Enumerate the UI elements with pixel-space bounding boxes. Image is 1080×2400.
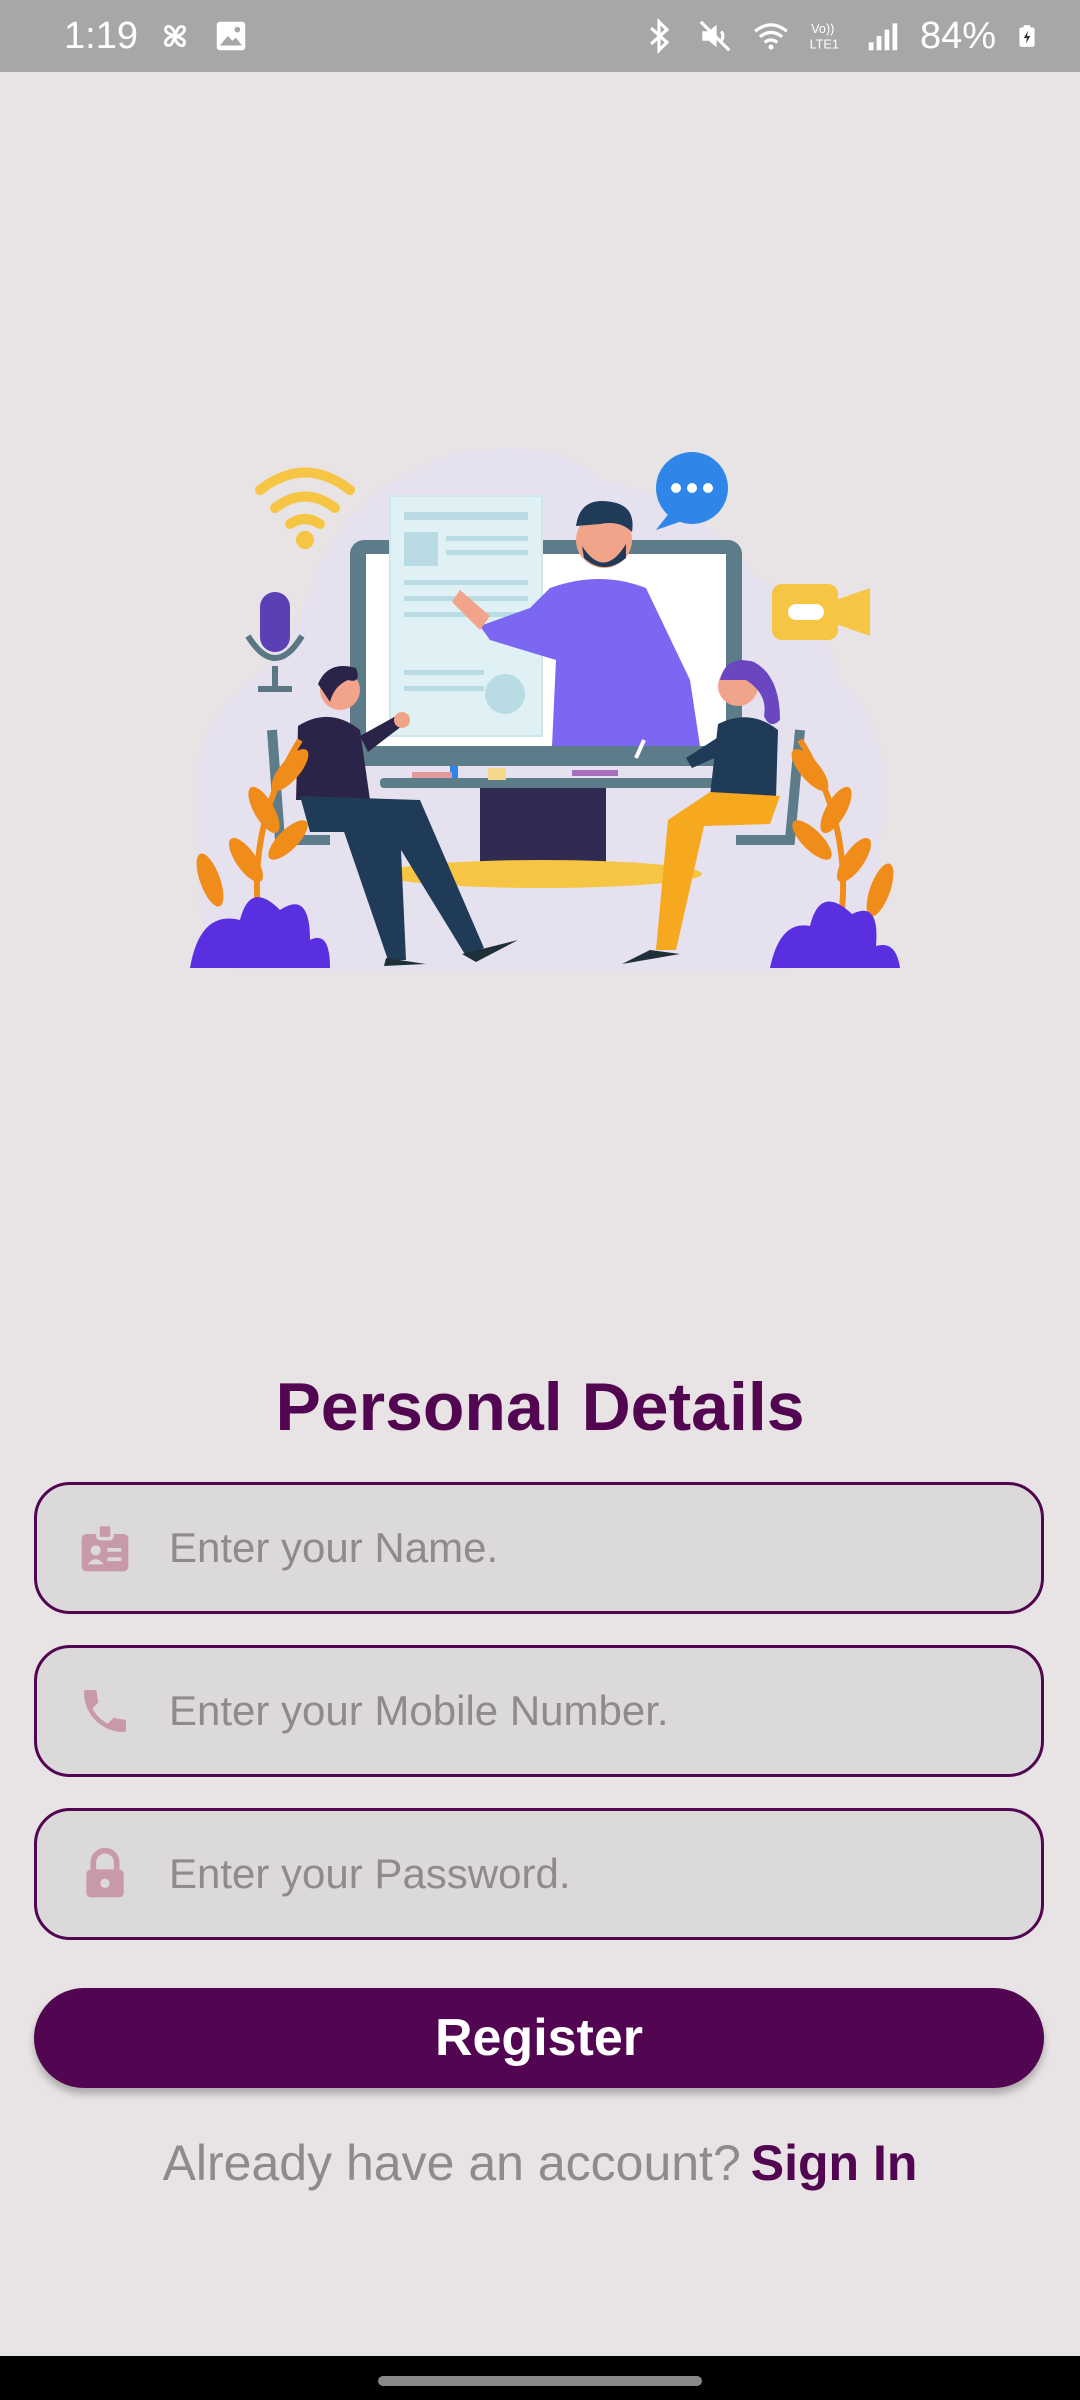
signin-row: Already have an account? Sign In	[0, 2134, 1080, 2192]
pinwheel-icon	[163, 24, 186, 48]
password-input[interactable]	[167, 1849, 991, 1899]
battery-percent: 84%	[919, 14, 996, 57]
svg-text:LTE1: LTE1	[810, 38, 839, 52]
signal-icon	[868, 23, 898, 51]
bluetooth-icon	[649, 17, 670, 55]
lock-icon	[77, 1846, 133, 1902]
battery-charging-icon	[1019, 25, 1035, 47]
phone-icon	[77, 1683, 133, 1739]
id-badge-icon	[77, 1520, 133, 1576]
password-field[interactable]	[34, 1808, 1044, 1940]
mute-icon	[699, 20, 731, 52]
volte-icon: Vo)) LTE1	[810, 22, 839, 52]
camera-illustration-icon	[772, 584, 870, 640]
video-meeting-illustration	[190, 448, 900, 970]
status-right: Vo)) LTE1 84%	[640, 15, 1040, 58]
name-field[interactable]	[34, 1482, 1044, 1614]
chat-bubble-illustration-icon	[656, 452, 728, 530]
mobile-field[interactable]	[34, 1645, 1044, 1777]
name-input[interactable]	[167, 1523, 991, 1573]
signin-link[interactable]: Sign In	[751, 2135, 918, 2191]
home-indicator[interactable]	[378, 2376, 702, 2386]
wifi-icon	[754, 23, 788, 50]
status-left: 1:19	[64, 15, 250, 58]
register-button[interactable]: Register	[34, 1988, 1044, 2088]
svg-text:Vo)): Vo))	[811, 22, 834, 36]
signin-question: Already have an account?	[162, 2135, 741, 2191]
gallery-icon	[216, 21, 246, 51]
navigation-bar	[0, 2356, 1080, 2400]
status-bar: 1:19 Vo)) LTE1 84%	[0, 0, 1080, 72]
page-title: Personal Details	[275, 1369, 805, 1445]
clock: 1:19	[64, 14, 138, 57]
mobile-input[interactable]	[167, 1686, 991, 1736]
